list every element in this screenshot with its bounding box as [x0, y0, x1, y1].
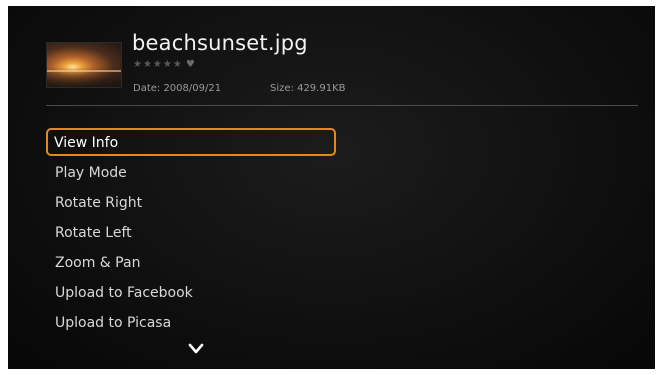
menu-item-rotate-left[interactable]: Rotate Left [46, 218, 346, 248]
menu-item-upload-facebook[interactable]: Upload to Facebook [46, 278, 346, 308]
menu-item-zoom-pan[interactable]: Zoom & Pan [46, 248, 346, 278]
chevron-down-icon[interactable] [188, 342, 204, 356]
rating: ★★★★★ ♥ [133, 59, 196, 70]
thumbnail-horizon [47, 70, 121, 72]
menu-item-view-info[interactable]: View Info [46, 128, 336, 156]
options-menu: View Info Play Mode Rotate Right Rotate … [46, 128, 346, 338]
menu-item-upload-picasa[interactable]: Upload to Picasa [46, 308, 346, 338]
file-date: Date: 2008/09/21 [133, 83, 222, 94]
file-header: beachsunset.jpg ★★★★★ ♥ Date: 2008/09/21 … [8, 6, 655, 106]
media-player-screen: beachsunset.jpg ★★★★★ ♥ Date: 2008/09/21 … [8, 6, 655, 369]
menu-item-play-mode[interactable]: Play Mode [46, 158, 346, 188]
header-divider [46, 105, 638, 106]
file-title: beachsunset.jpg [132, 31, 308, 55]
file-size: Size: 429.91KB [270, 83, 346, 94]
rating-stars: ★★★★★ [133, 59, 183, 70]
menu-item-rotate-right[interactable]: Rotate Right [46, 188, 346, 218]
favorite-heart-icon: ♥ [185, 59, 196, 70]
thumbnail-image [46, 42, 122, 88]
